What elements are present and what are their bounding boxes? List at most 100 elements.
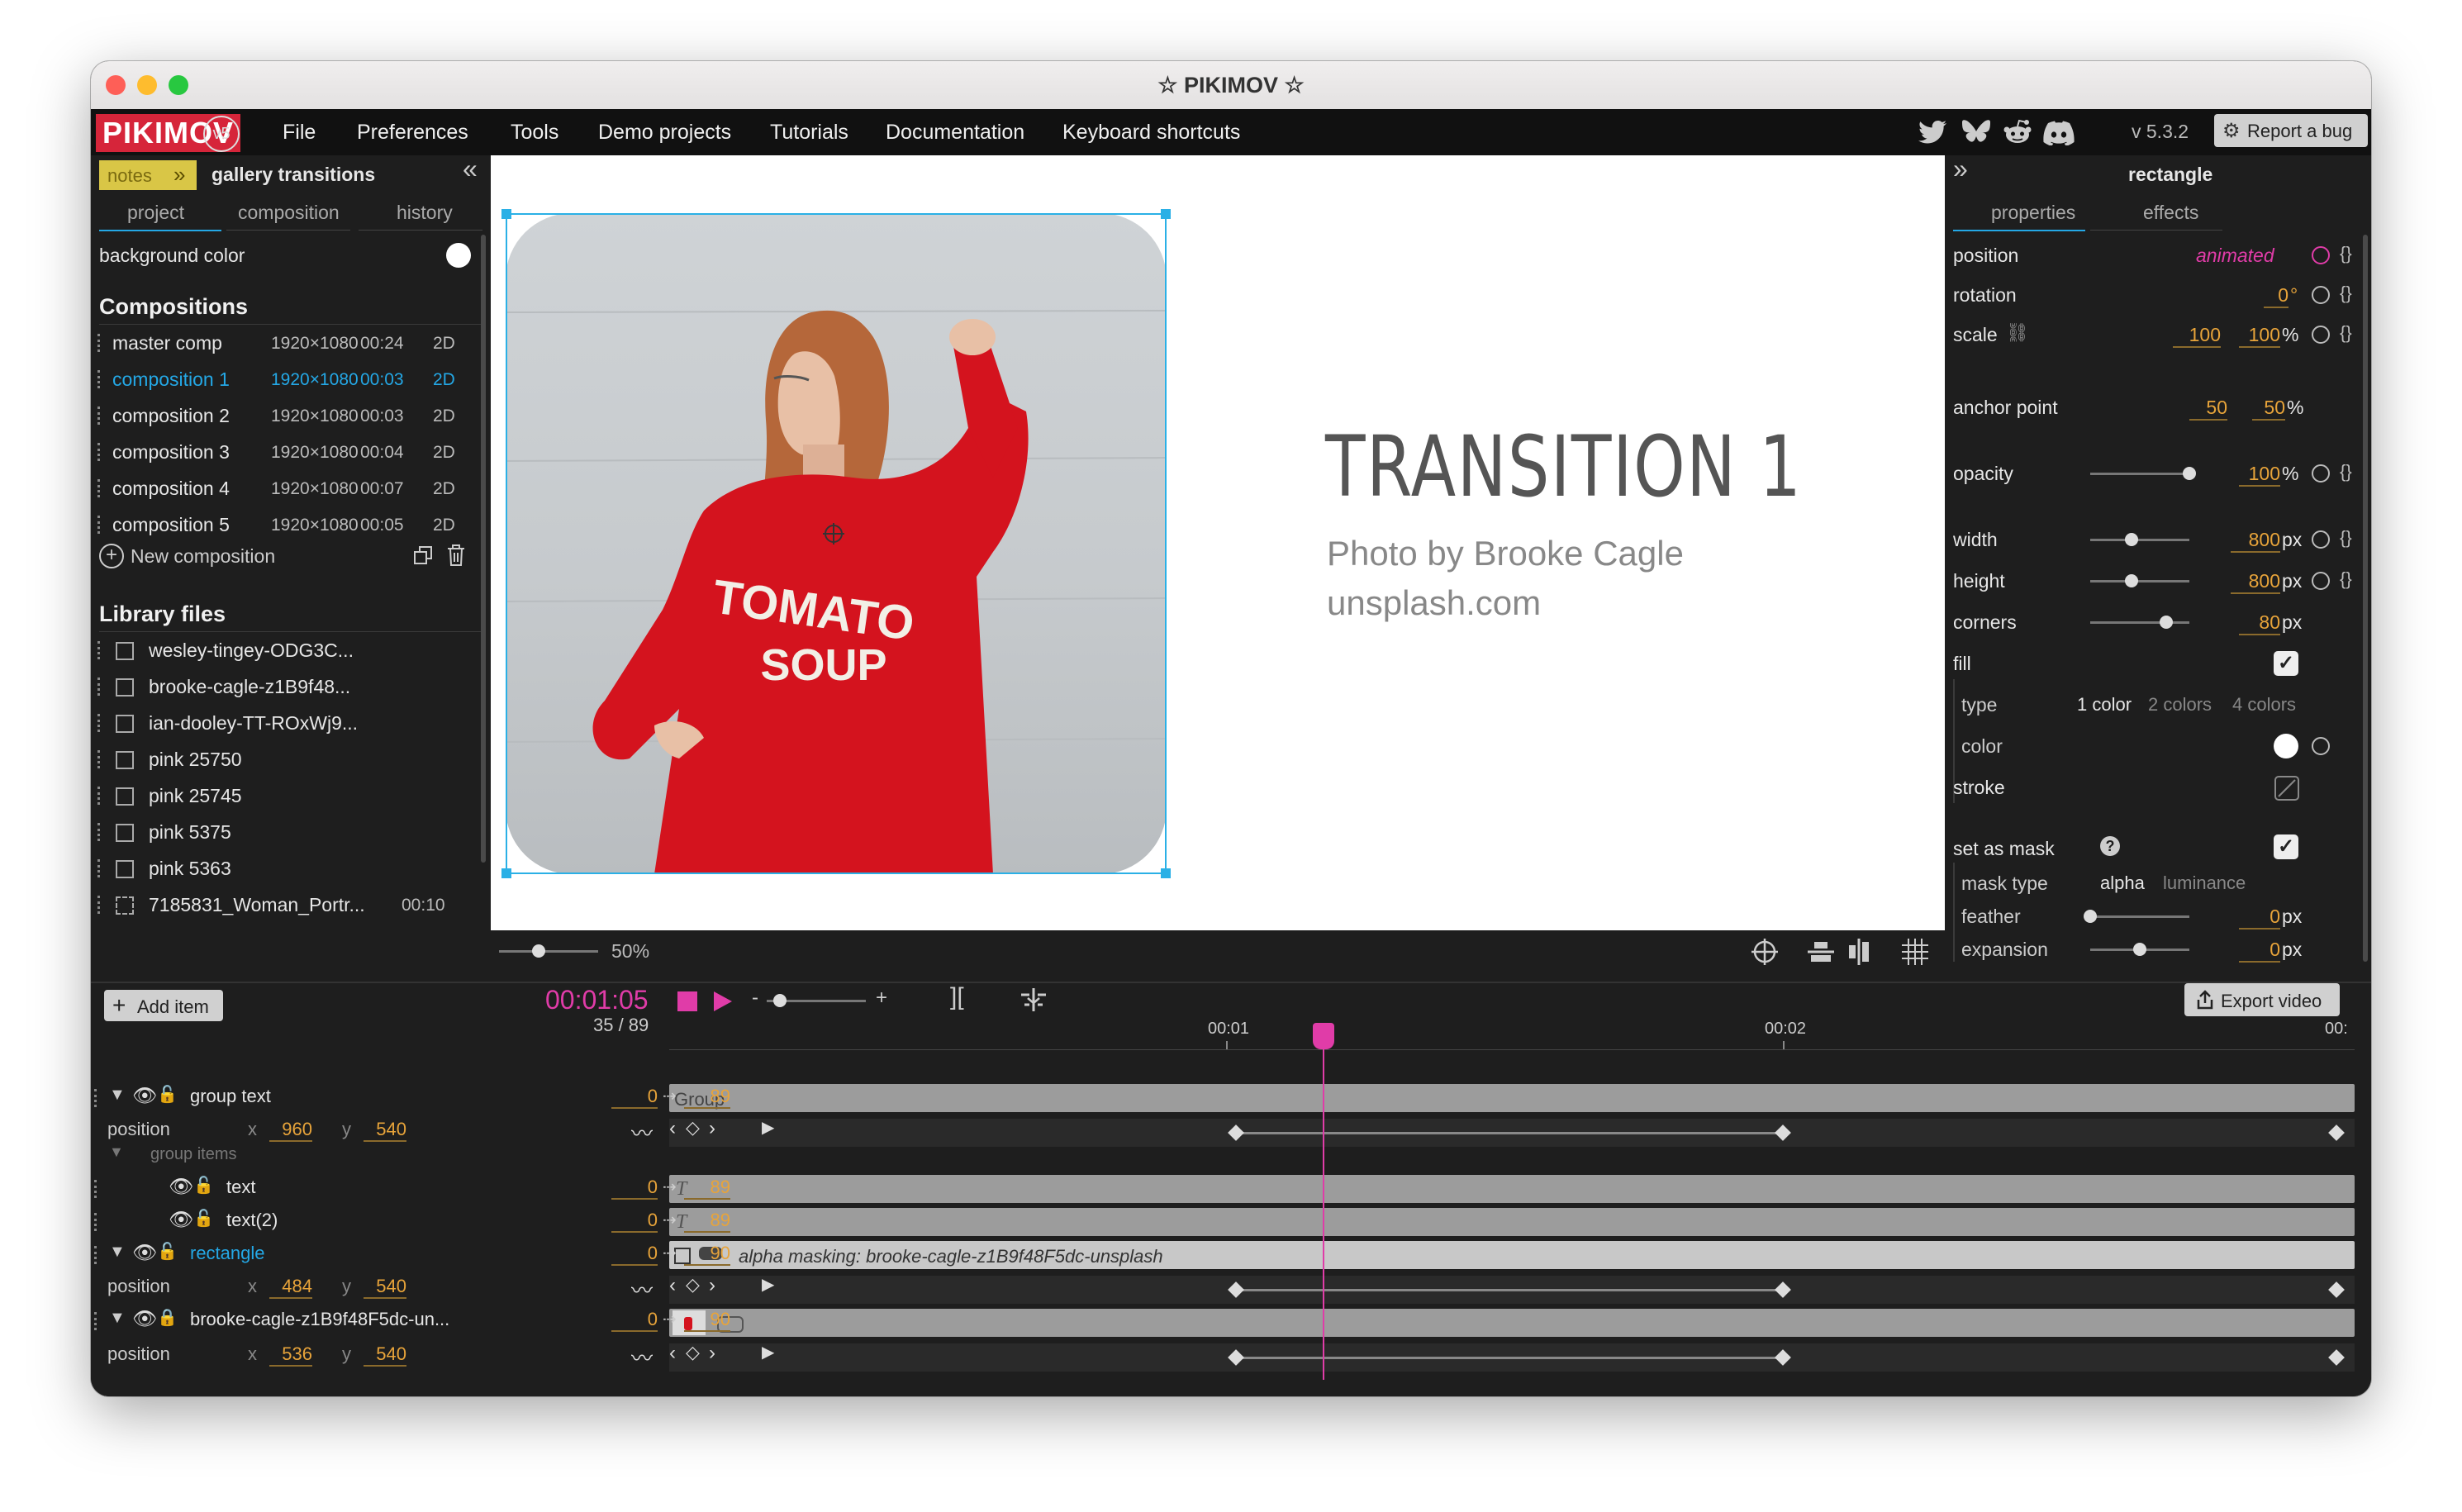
drag-handle-icon[interactable] xyxy=(97,859,102,877)
add-item-button[interactable]: + Add item xyxy=(104,990,223,1021)
opacity-knob[interactable] xyxy=(2183,467,2196,480)
stop-button[interactable] xyxy=(677,991,697,1011)
visibility-eye-icon[interactable]: 👁 xyxy=(169,1208,193,1232)
resize-handle-br[interactable] xyxy=(1161,868,1171,878)
lock-icon[interactable]: 🔓 xyxy=(157,1084,178,1105)
layer-out-point[interactable]: 90 xyxy=(684,1243,730,1266)
previous-keyframe-icon[interactable]: ‹ xyxy=(669,1342,676,1365)
collapse-right-panel-icon[interactable]: » xyxy=(1953,154,1968,184)
crosshair-icon[interactable] xyxy=(1750,937,1780,967)
type-option-1-color[interactable]: 1 color xyxy=(2077,694,2132,716)
position-x-input[interactable]: 536 xyxy=(269,1343,312,1367)
layer-in-point[interactable]: 0 xyxy=(611,1210,658,1233)
library-file-name[interactable]: pink 5375 xyxy=(149,821,231,844)
keyframe-clock-icon[interactable] xyxy=(2312,326,2330,344)
drag-handle-icon[interactable] xyxy=(94,1180,99,1198)
type-option-4-colors[interactable]: 4 colors xyxy=(2232,694,2296,716)
position-animated-value[interactable]: animated xyxy=(2196,245,2274,267)
menu-preferences[interactable]: Preferences xyxy=(357,109,468,155)
layer-in-point[interactable]: 0 xyxy=(611,1177,658,1200)
bluesky-icon[interactable] xyxy=(1961,119,1991,145)
layer-out-point[interactable]: 89 xyxy=(684,1086,730,1109)
layer-in-point[interactable]: 0 xyxy=(611,1309,658,1332)
feather-knob[interactable] xyxy=(2084,910,2097,923)
left-panel-scrollbar[interactable] xyxy=(481,235,486,863)
image-bar[interactable] xyxy=(669,1309,2355,1337)
text2-bar[interactable]: T xyxy=(669,1208,2355,1236)
resize-handle-bl[interactable] xyxy=(501,868,511,878)
menu-documentation[interactable]: Documentation xyxy=(886,109,1024,155)
expression-brackets-icon[interactable]: {} xyxy=(2340,243,2352,264)
right-panel-scrollbar[interactable] xyxy=(2363,235,2368,962)
keyframe-clock-icon[interactable] xyxy=(2312,737,2330,755)
anchor-point-icon[interactable] xyxy=(821,521,846,546)
canvas-zoom-slider[interactable] xyxy=(499,950,598,953)
expansion-knob[interactable] xyxy=(2133,943,2146,956)
set-as-mask-checkbox[interactable]: ✓ xyxy=(2274,834,2298,859)
position-y-input[interactable]: 540 xyxy=(364,1276,406,1299)
menu-tutorials[interactable]: Tutorials xyxy=(770,109,848,155)
opacity-slider[interactable] xyxy=(2090,473,2189,475)
keyframe-clock-icon[interactable] xyxy=(2312,246,2330,264)
layer-name[interactable]: group text xyxy=(190,1086,271,1107)
collapse-left-panel-icon[interactable]: « xyxy=(463,154,478,184)
resize-handle-tr[interactable] xyxy=(1161,209,1171,219)
layer-in-point[interactable]: 0 xyxy=(611,1243,658,1266)
position-x-input[interactable]: 484 xyxy=(269,1276,312,1299)
snap-icon[interactable] xyxy=(1018,987,1049,1013)
add-keyframe-icon[interactable]: ◇ xyxy=(686,1274,700,1296)
collapse-triangle-icon[interactable]: ▼ xyxy=(109,1144,124,1161)
expression-brackets-icon[interactable]: {} xyxy=(2340,527,2352,549)
fill-checkbox[interactable]: ✓ xyxy=(2274,651,2298,676)
duplicate-icon[interactable] xyxy=(413,545,435,567)
export-video-button[interactable]: Export video xyxy=(2184,983,2340,1016)
help-icon[interactable]: ? xyxy=(2100,836,2120,856)
library-file-name[interactable]: wesley-tingey-ODG3C... xyxy=(149,640,354,662)
discord-icon[interactable] xyxy=(2042,119,2075,145)
drag-handle-icon[interactable] xyxy=(94,1246,99,1264)
timeline-zoom-in[interactable]: + xyxy=(876,987,887,1010)
new-composition-button[interactable]: New composition xyxy=(131,545,275,568)
next-keyframe-icon[interactable]: › xyxy=(709,1274,715,1297)
stroke-none-icon[interactable] xyxy=(2274,775,2300,801)
notes-button[interactable]: notes » xyxy=(99,160,197,190)
align-vertical-center-icon[interactable] xyxy=(1806,937,1836,967)
library-file-name[interactable]: pink 25745 xyxy=(149,785,242,807)
background-color-swatch[interactable] xyxy=(446,243,471,268)
composition-name[interactable]: composition 3 xyxy=(112,441,230,464)
drag-handle-icon[interactable] xyxy=(97,714,102,732)
menu-demo-projects[interactable]: Demo projects xyxy=(598,109,731,155)
feather-slider[interactable] xyxy=(2090,915,2189,918)
previous-keyframe-icon[interactable]: ‹ xyxy=(669,1274,676,1297)
keyframe-clock-icon[interactable] xyxy=(2312,572,2330,590)
visibility-eye-icon[interactable]: 👁 xyxy=(169,1175,193,1199)
composition-name[interactable]: master comp xyxy=(112,332,222,354)
library-file-name[interactable]: 7185831_Woman_Portr... xyxy=(149,894,365,916)
keyframe-clock-icon[interactable] xyxy=(2312,286,2330,304)
split-icon[interactable]: ][ xyxy=(950,983,964,1011)
timeline-zoom-out[interactable]: - xyxy=(752,987,758,1010)
rectangle-bar[interactable]: alpha masking: brooke-cagle-z1B9f48F5dc-… xyxy=(669,1241,2355,1269)
corners-input[interactable]: 80 xyxy=(2239,611,2280,635)
trash-icon[interactable] xyxy=(446,544,466,567)
canvas-zoom-knob[interactable] xyxy=(532,944,545,958)
lock-icon[interactable]: 🔓 xyxy=(193,1175,214,1196)
layer-out-point[interactable]: 90 xyxy=(684,1309,730,1332)
preview-canvas[interactable]: TOMATO SOUP TRANSITION 1 Photo by Brooke… xyxy=(491,155,1945,930)
position-x-input[interactable]: 960 xyxy=(269,1119,312,1142)
opacity-input[interactable]: 100 xyxy=(2239,463,2280,487)
add-keyframe-icon[interactable]: ◇ xyxy=(686,1342,700,1363)
position-y-input[interactable]: 540 xyxy=(364,1343,406,1367)
lock-icon[interactable]: 🔒 xyxy=(157,1307,178,1328)
corners-slider[interactable] xyxy=(2090,621,2189,624)
drag-handle-icon[interactable] xyxy=(97,678,102,696)
drag-handle-icon[interactable] xyxy=(97,750,102,768)
library-file-name[interactable]: pink 25750 xyxy=(149,749,242,771)
drag-handle-icon[interactable] xyxy=(97,787,102,805)
menu-tools[interactable]: Tools xyxy=(511,109,558,155)
composition-name[interactable]: composition 2 xyxy=(112,405,230,427)
layer-name[interactable]: text xyxy=(226,1177,255,1198)
drag-handle-icon[interactable] xyxy=(94,1089,99,1107)
width-input[interactable]: 800 xyxy=(2231,529,2280,553)
feather-input[interactable]: 0 xyxy=(2239,906,2280,930)
